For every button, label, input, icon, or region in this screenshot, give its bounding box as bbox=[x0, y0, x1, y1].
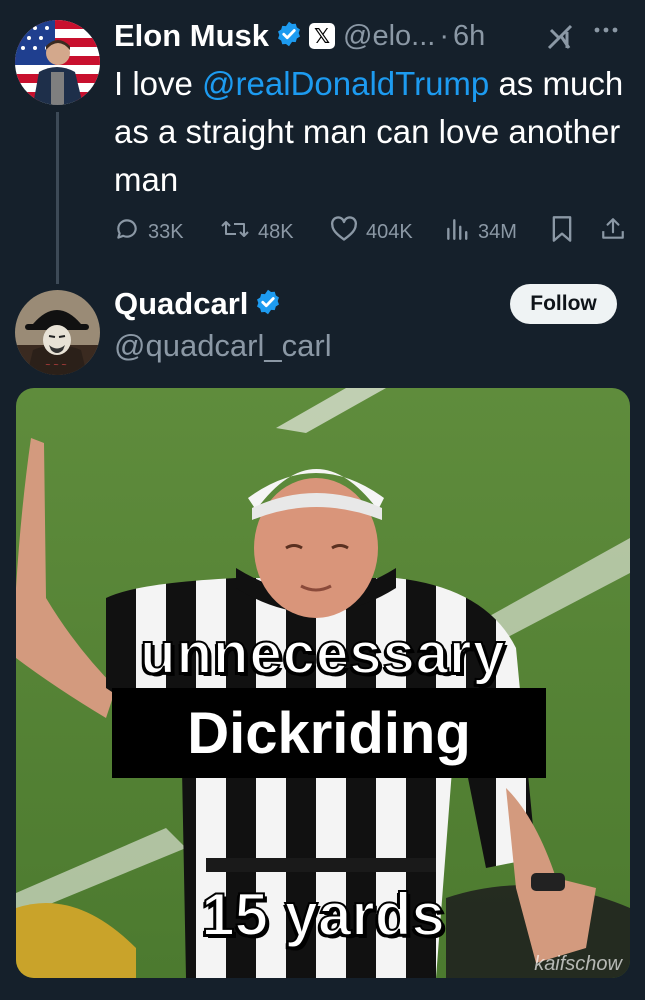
repost-count: 48K bbox=[258, 220, 294, 243]
tweet-text: I love @realDonaldTrump as much as a str… bbox=[114, 60, 634, 204]
reply-count: 33K bbox=[148, 220, 184, 243]
elon-avatar[interactable] bbox=[15, 20, 100, 105]
follow-button[interactable]: Follow bbox=[510, 284, 617, 324]
views-icon bbox=[444, 216, 478, 248]
views-count: 34M bbox=[478, 220, 517, 243]
caption-15-yards: 15 yards bbox=[200, 880, 446, 949]
quadcarl-avatar[interactable]: ~ ~ ~ bbox=[15, 290, 100, 375]
reply-author-name[interactable]: Quadcarl bbox=[114, 286, 248, 322]
author-name[interactable]: Elon Musk bbox=[114, 18, 269, 54]
reply-author-handle[interactable]: @quadcarl_carl bbox=[114, 328, 332, 364]
heart-icon bbox=[330, 216, 366, 248]
tweet-header: Elon Musk 𝕏 @elo... · 6h bbox=[114, 14, 485, 58]
x-logo-icon: 𝕏 bbox=[309, 23, 336, 49]
verified-badge-icon bbox=[254, 288, 282, 321]
media-watermark: kaifschow bbox=[534, 953, 622, 975]
more-icon[interactable] bbox=[593, 20, 619, 46]
tweet-text-start: I love bbox=[114, 65, 203, 102]
bookmark-icon bbox=[550, 215, 582, 249]
tweet-time[interactable]: 6h bbox=[453, 20, 485, 53]
share-icon bbox=[600, 215, 634, 249]
author-handle[interactable]: @elo... bbox=[343, 20, 435, 53]
bookmark-button[interactable] bbox=[550, 214, 582, 250]
mention-link[interactable]: @realDonaldTrump bbox=[202, 65, 489, 102]
caption-dickriding: Dickriding bbox=[112, 688, 546, 778]
reply-icon bbox=[114, 216, 148, 248]
views-button[interactable]: 34M bbox=[444, 214, 517, 250]
time-separator: · bbox=[439, 19, 449, 52]
grok-icon[interactable] bbox=[545, 22, 575, 60]
repost-icon bbox=[220, 216, 258, 248]
repost-button[interactable]: 48K bbox=[220, 214, 294, 250]
caption-unnecessary: unnecessary bbox=[139, 620, 506, 687]
verified-badge-icon bbox=[275, 20, 303, 53]
media-image[interactable]: unnecessary Dickriding 15 yards kaifscho… bbox=[16, 388, 630, 978]
thread-connector-line bbox=[56, 112, 59, 284]
reply-button[interactable]: 33K bbox=[114, 214, 184, 250]
svg-text:~ ~ ~: ~ ~ ~ bbox=[45, 361, 67, 369]
like-count: 404K bbox=[366, 220, 413, 243]
reply-author-row: Quadcarl bbox=[114, 282, 282, 326]
share-button[interactable] bbox=[600, 214, 634, 250]
like-button[interactable]: 404K bbox=[330, 214, 413, 250]
tweet-actions: 33K 48K 404K 34M bbox=[114, 214, 634, 250]
